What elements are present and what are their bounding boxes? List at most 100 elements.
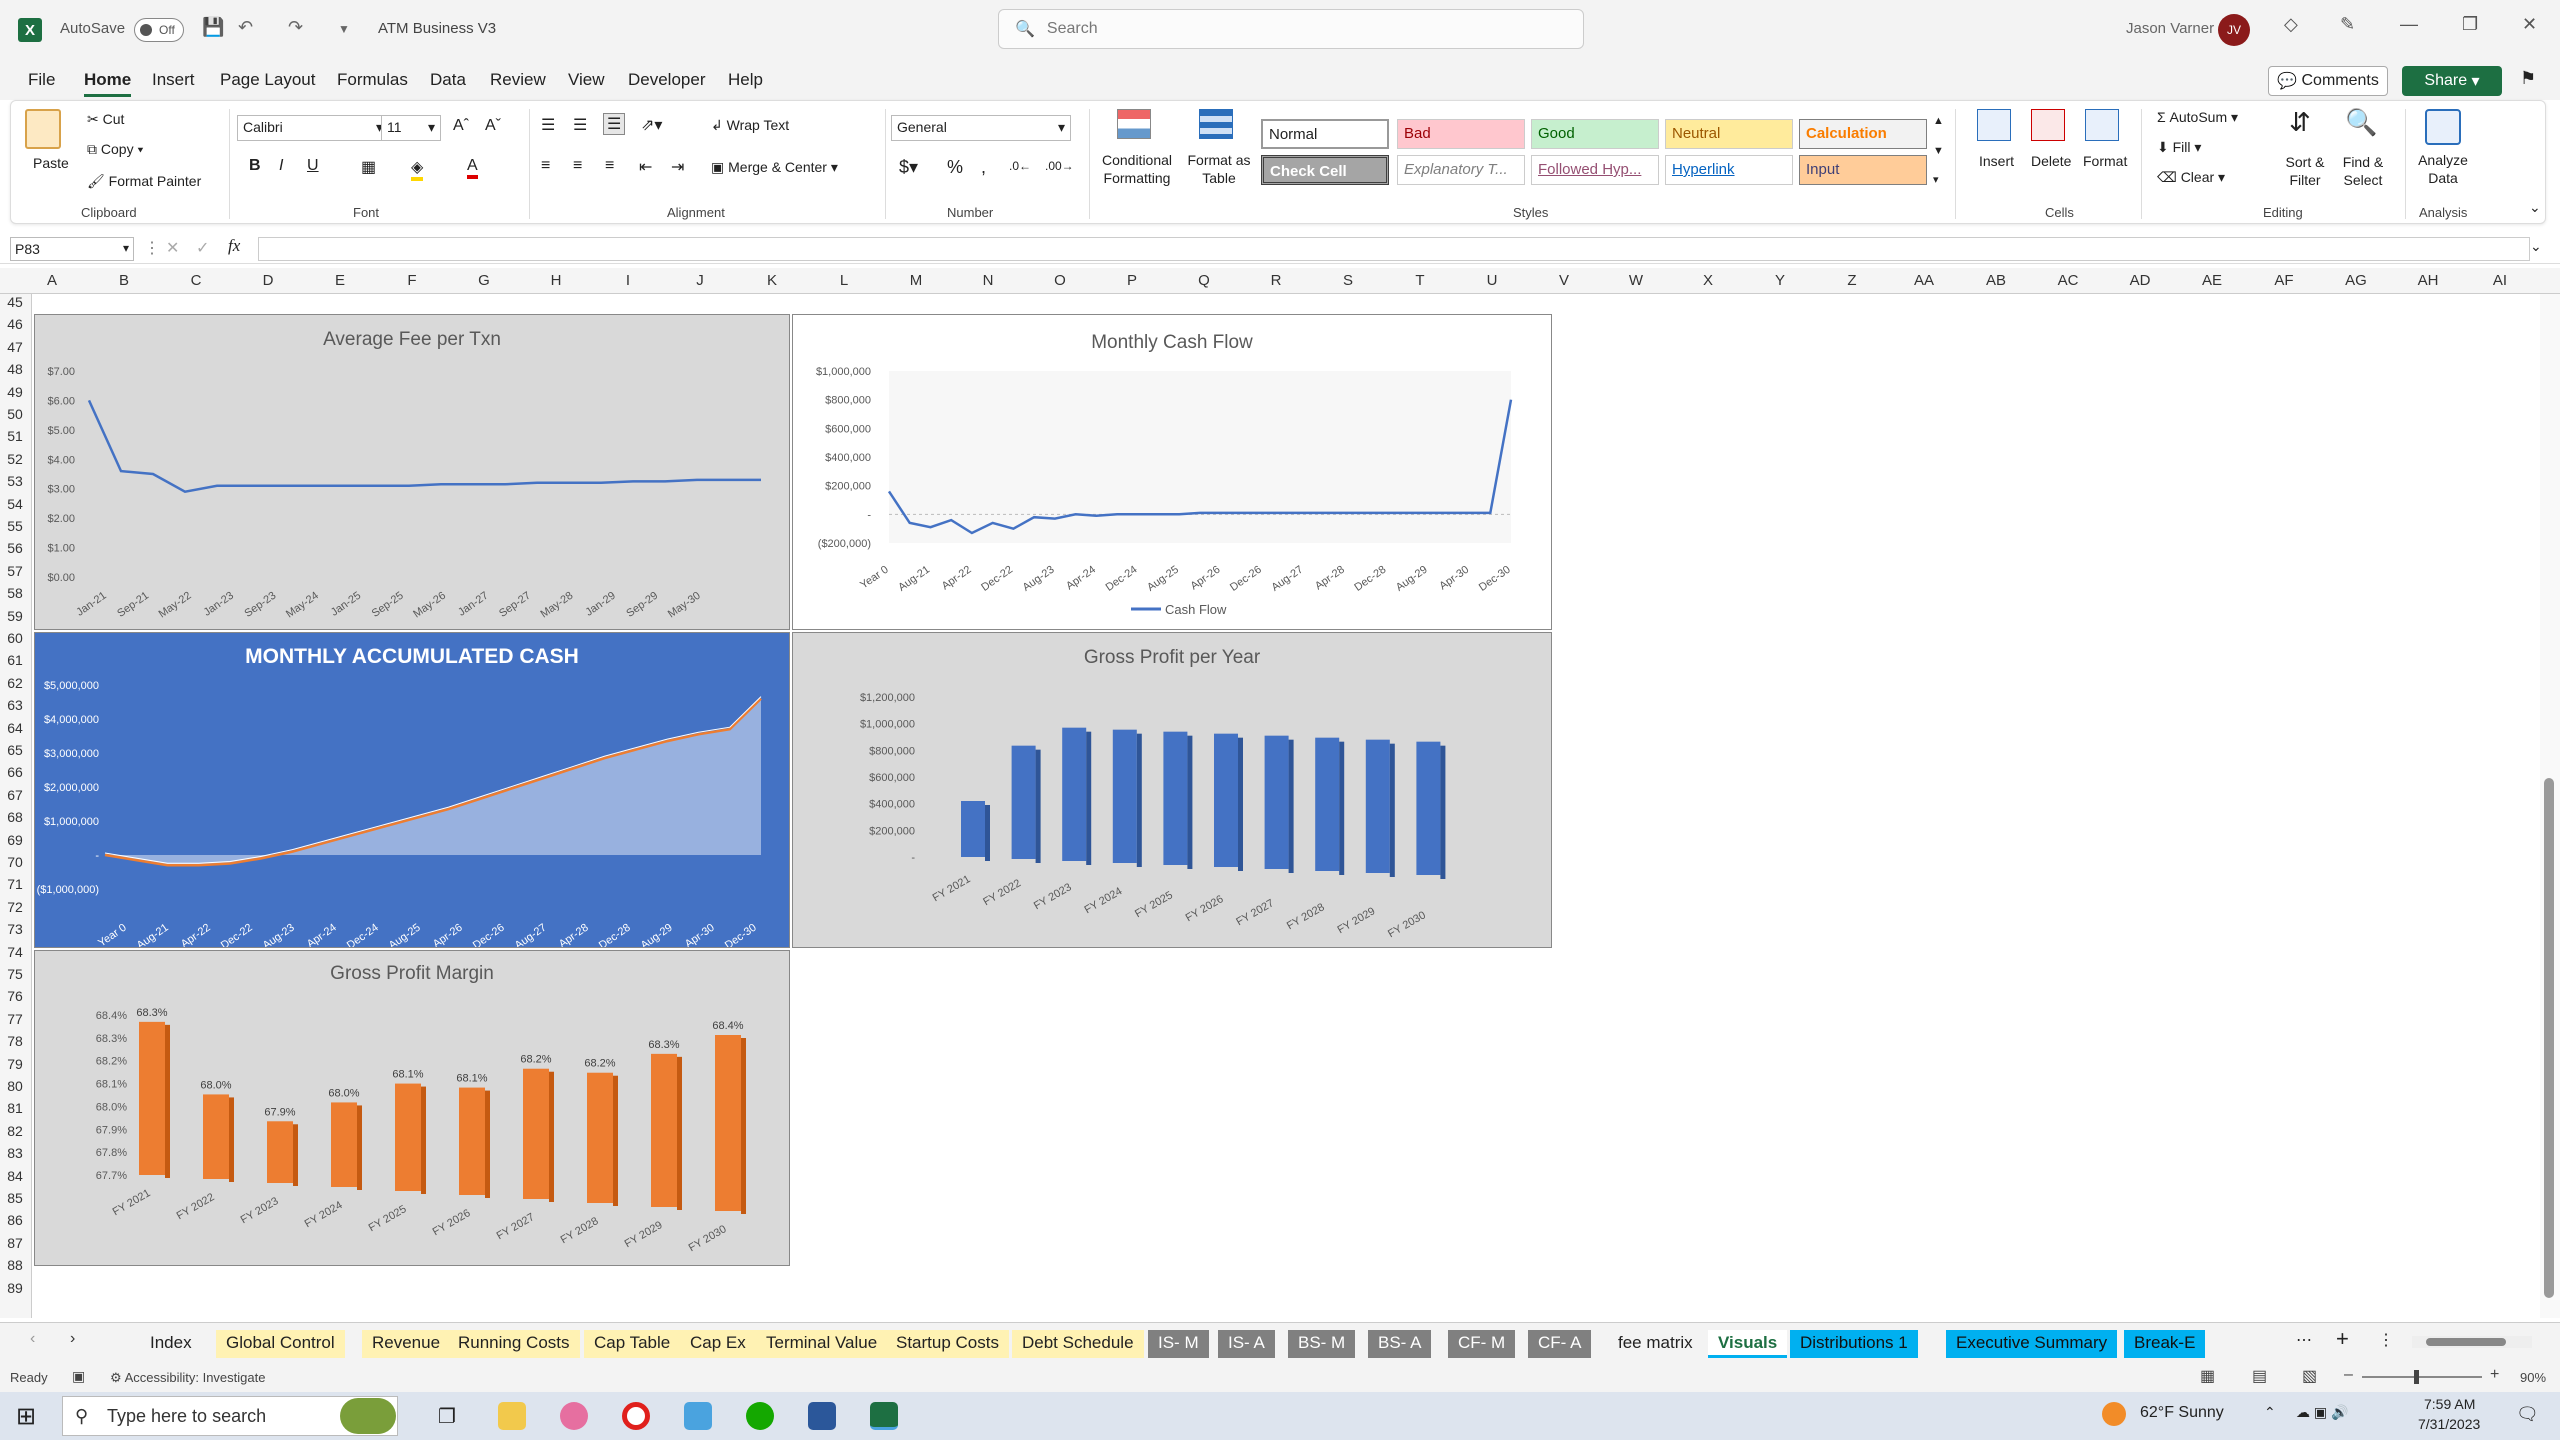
row-header[interactable]: 67 (0, 787, 30, 803)
search-box[interactable]: 🔍 Search (998, 9, 1584, 49)
column-header[interactable]: M (896, 272, 936, 289)
styles-scroll-down-icon[interactable]: ▼ (1933, 145, 1944, 157)
align-top-icon[interactable]: ☰ (541, 115, 555, 135)
row-header[interactable]: 55 (0, 518, 30, 534)
paste-icon[interactable] (25, 109, 61, 149)
sheet-tab[interactable]: fee matrix (1608, 1330, 1703, 1358)
analyze-data-icon[interactable] (2425, 109, 2461, 145)
add-sheet-icon[interactable]: + (2336, 1326, 2349, 1352)
font-name-select[interactable]: Calibri ▾ (237, 115, 389, 141)
row-header[interactable]: 63 (0, 697, 30, 713)
column-header[interactable]: AD (2120, 272, 2160, 289)
fill-color-icon[interactable]: ◈ (411, 157, 424, 181)
row-header[interactable]: 73 (0, 921, 30, 937)
sheet-tab[interactable]: Visuals (1708, 1330, 1788, 1358)
row-header[interactable]: 68 (0, 809, 30, 825)
row-header[interactable]: 52 (0, 451, 30, 467)
style-explanatory[interactable]: Explanatory T... (1397, 155, 1525, 185)
menu-review[interactable]: Review (490, 70, 546, 90)
style-followed-hyperlink[interactable]: Followed Hyp... (1531, 155, 1659, 185)
column-header[interactable]: Q (1184, 272, 1224, 289)
increase-font-icon[interactable]: Aˆ (453, 117, 469, 135)
column-header[interactable]: AI (2480, 272, 2520, 289)
row-header[interactable]: 49 (0, 384, 30, 400)
analyze-data-label[interactable]: Analyze Data (2411, 151, 2475, 187)
chart-average-fee[interactable]: Average Fee per Txn $7.00 $6.00 $5.00 $4.00… (34, 314, 790, 630)
align-right-icon[interactable]: ≡ (605, 157, 614, 175)
macro-record-icon[interactable]: ▣ (72, 1368, 85, 1385)
row-header[interactable]: 85 (0, 1190, 30, 1206)
row-header[interactable]: 79 (0, 1056, 30, 1072)
increase-decimal-icon[interactable]: .0← (1009, 159, 1031, 173)
menu-home[interactable]: Home (84, 70, 132, 97)
delete-cells-icon[interactable] (2031, 109, 2065, 141)
row-header[interactable]: 74 (0, 944, 30, 960)
column-header[interactable]: O (1040, 272, 1080, 289)
styles-scroll-up-icon[interactable]: ▲ (1933, 115, 1944, 127)
column-header[interactable]: C (176, 272, 216, 289)
sheet-tab[interactable]: IS- A (1218, 1330, 1275, 1358)
style-neutral[interactable]: Neutral (1665, 119, 1793, 149)
delete-label[interactable]: Delete (2031, 153, 2071, 169)
formula-options-icon[interactable]: ⋮ (144, 238, 160, 258)
vertical-scroll-thumb[interactable] (2544, 778, 2554, 1298)
conditional-formatting-icon[interactable] (1117, 109, 1151, 139)
column-header[interactable]: U (1472, 272, 1512, 289)
row-header[interactable]: 81 (0, 1100, 30, 1116)
sheet-tab[interactable]: Startup Costs (886, 1330, 1009, 1358)
percent-icon[interactable]: % (947, 157, 963, 178)
sheet-tab[interactable]: BS- A (1368, 1330, 1432, 1358)
row-header[interactable]: 70 (0, 854, 30, 870)
sheet-tab[interactable]: Distributions 1 (1790, 1330, 1918, 1358)
expand-formula-icon[interactable]: ⌄ (2530, 238, 2542, 255)
column-header[interactable]: N (968, 272, 1008, 289)
minimize-icon[interactable]: — (2400, 14, 2418, 35)
row-header[interactable]: 82 (0, 1123, 30, 1139)
style-good[interactable]: Good (1531, 119, 1659, 149)
column-header[interactable]: V (1544, 272, 1584, 289)
weather-text[interactable]: 62°F Sunny (2140, 1404, 2224, 1422)
enter-icon[interactable]: ✓ (196, 238, 209, 258)
insert-label[interactable]: Insert (1979, 153, 2014, 169)
row-header[interactable]: 65 (0, 742, 30, 758)
style-hyperlink[interactable]: Hyperlink (1665, 155, 1793, 185)
row-header[interactable]: 48 (0, 361, 30, 377)
style-bad[interactable]: Bad (1397, 119, 1525, 149)
row-header[interactable]: 56 (0, 540, 30, 556)
excel-taskbar-icon[interactable] (870, 1402, 898, 1430)
row-header[interactable]: 54 (0, 496, 30, 512)
row-header[interactable]: 75 (0, 966, 30, 982)
page-break-view-icon[interactable]: ▧ (2302, 1366, 2317, 1386)
sheet-tab[interactable]: Cap Table (584, 1330, 681, 1358)
next-sheet-icon[interactable]: › (70, 1330, 75, 1348)
cancel-icon[interactable]: ✕ (166, 238, 179, 258)
row-header[interactable]: 77 (0, 1011, 30, 1027)
menu-view[interactable]: View (568, 70, 605, 90)
normal-view-icon[interactable]: ▦ (2200, 1366, 2215, 1386)
row-header[interactable]: 80 (0, 1078, 30, 1094)
task-view-icon[interactable]: ❐ (438, 1404, 456, 1429)
font-color-icon[interactable]: A (467, 157, 478, 179)
sort-filter-label[interactable]: Sort & Filter (2275, 153, 2335, 189)
chart-monthly-cash-flow[interactable]: Monthly Cash Flow Cash Flow $1,000,000 $8… (792, 314, 1552, 630)
zoom-level[interactable]: 90% (2520, 1370, 2546, 1385)
share-button[interactable]: Share ▾ (2402, 66, 2502, 96)
row-header[interactable]: 57 (0, 563, 30, 579)
column-header[interactable]: X (1688, 272, 1728, 289)
tray-chevron-icon[interactable]: ⌃ (2264, 1404, 2276, 1421)
column-header[interactable]: W (1616, 272, 1656, 289)
column-header[interactable]: T (1400, 272, 1440, 289)
font-size-select[interactable]: 11 ▾ (381, 115, 441, 141)
underline-button[interactable]: U (307, 157, 319, 175)
row-header[interactable]: 87 (0, 1235, 30, 1251)
clear-button[interactable]: ⌫ Clear ▾ (2157, 169, 2225, 186)
comments-button[interactable]: 💬 Comments (2268, 66, 2388, 96)
row-header[interactable]: 71 (0, 876, 30, 892)
menu-page-layout[interactable]: Page Layout (220, 70, 315, 90)
file-explorer-icon[interactable] (498, 1402, 526, 1430)
increase-indent-icon[interactable]: ⇥ (671, 157, 684, 177)
column-header[interactable]: L (824, 272, 864, 289)
style-input[interactable]: Input (1799, 155, 1927, 185)
feedback-icon[interactable]: ⚑ (2520, 68, 2536, 89)
sheet-tab[interactable]: CF- A (1528, 1330, 1592, 1358)
